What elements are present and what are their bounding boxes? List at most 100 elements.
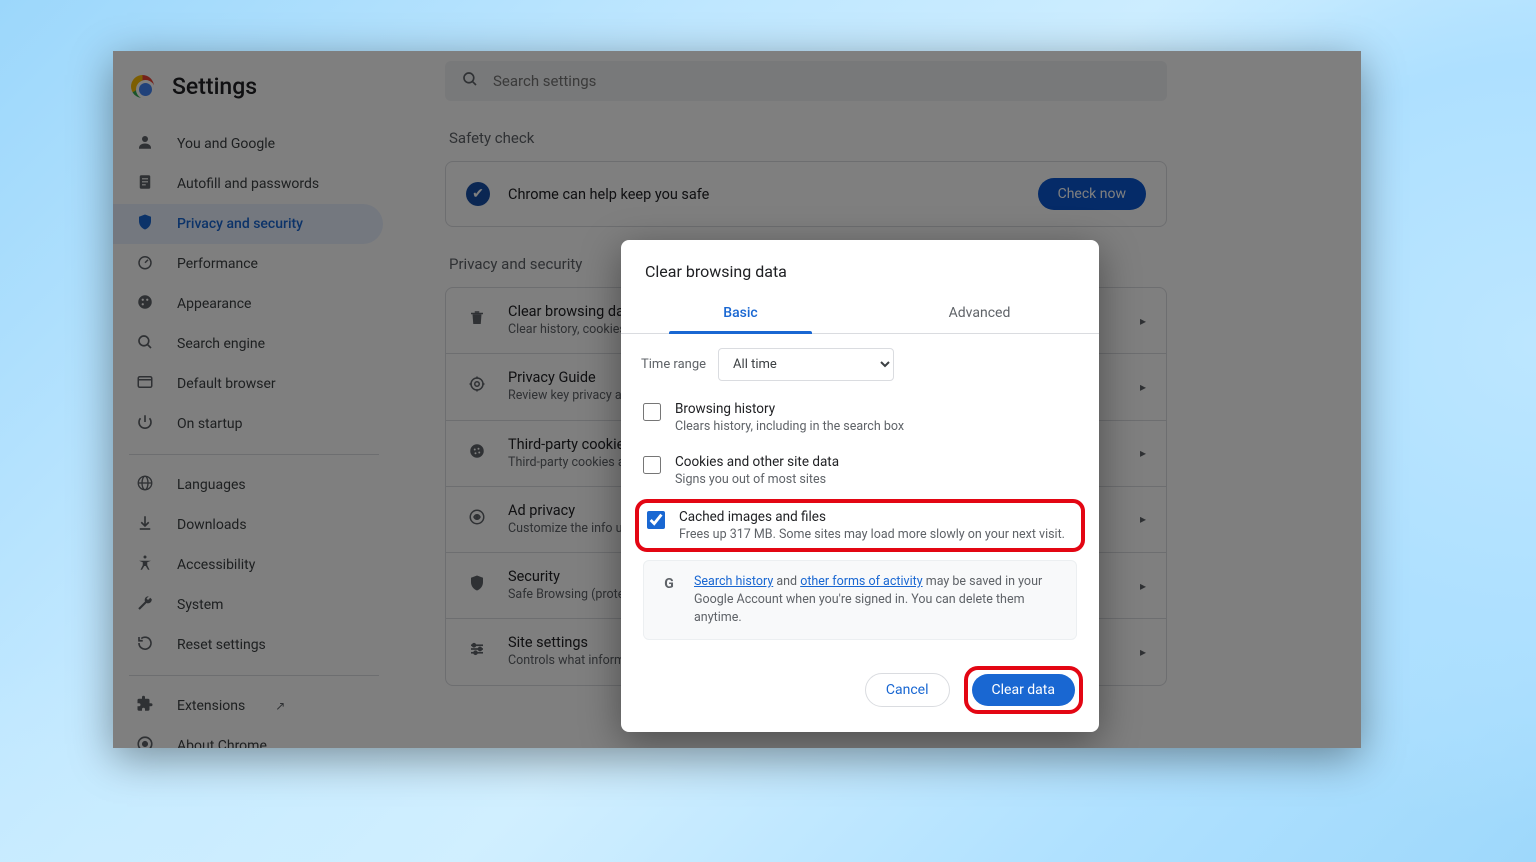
sidebar-item-on-startup[interactable]: On startup [113,404,383,444]
browser-icon [135,373,155,395]
sidebar-item-label: You and Google [177,136,275,152]
search-icon [135,333,155,355]
search-history-link[interactable]: Search history [694,574,773,589]
option-sub: Signs you out of most sites [675,472,839,487]
sidebar-item-search-engine[interactable]: Search engine [113,324,383,364]
sidebar-item-accessibility[interactable]: Accessibility [113,545,383,585]
chevron-right-icon: ▸ [1140,446,1146,460]
reset-icon [135,634,155,656]
sidebar-item-about-chrome[interactable]: About Chrome [113,726,383,748]
cookie-icon [466,442,488,465]
external-link-icon: ↗ [275,699,285,713]
autofill-icon [135,173,155,195]
sidebar-item-languages[interactable]: Languages [113,465,383,505]
shield-icon [135,213,155,235]
download-icon [135,514,155,536]
sidebar-item-label: About Chrome [177,738,267,748]
globe-icon [135,474,155,496]
sidebar-item-label: Reset settings [177,637,266,653]
google-account-info: G Search history and other forms of acti… [643,560,1077,640]
chrome-icon [131,75,154,98]
power-icon [135,413,155,435]
sidebar-item-label: Autofill and passwords [177,176,319,192]
ads-icon [466,508,488,531]
tab-basic[interactable]: Basic [621,293,860,333]
clear-browsing-data-dialog: Clear browsing data Basic Advanced Time … [621,240,1099,732]
chevron-right-icon: ▸ [1140,579,1146,593]
sidebar-item-label: Downloads [177,517,247,533]
chevron-right-icon: ▸ [1140,314,1146,328]
person-icon [135,133,155,155]
dialog-tabs: Basic Advanced [621,293,1099,334]
other-activity-link[interactable]: other forms of activity [800,574,922,589]
search-input[interactable] [493,72,1151,90]
option-title: Cached images and files [679,509,1065,525]
option-title: Browsing history [675,401,904,417]
option-title: Cookies and other site data [675,454,839,470]
sidebar-item-performance[interactable]: Performance [113,244,383,284]
sidebar-item-you-and-google[interactable]: You and Google [113,124,383,164]
option-cached-images-and-files: Cached images and files Frees up 317 MB. … [635,499,1085,552]
chevron-right-icon: ▸ [1140,512,1146,526]
nav-separator [129,454,379,455]
sidebar-item-label: Privacy and security [177,216,303,232]
safety-row: ✔ Chrome can help keep you safe Check no… [446,162,1166,226]
trash-icon [466,309,488,332]
sidebar-item-label: Extensions [177,698,245,714]
sidebar-item-label: Default browser [177,376,276,392]
chevron-right-icon: ▸ [1140,380,1146,394]
option-checkbox[interactable] [647,511,665,529]
option-browsing-history: Browsing history Clears history, includin… [641,391,1079,444]
option-sub: Clears history, including in the search … [675,419,904,434]
sidebar-item-label: Languages [177,477,246,493]
sidebar-item-reset-settings[interactable]: Reset settings [113,625,383,665]
shield2-icon [466,574,488,597]
search-settings[interactable] [445,61,1167,101]
sidebar-item-privacy-and-security[interactable]: Privacy and security [113,204,383,244]
tune-icon [466,640,488,663]
safety-badge-icon: ✔ [466,182,490,206]
target-icon [466,375,488,398]
sidebar-item-autofill-and-passwords[interactable]: Autofill and passwords [113,164,383,204]
search-icon [461,70,479,92]
sidebar-item-downloads[interactable]: Downloads [113,505,383,545]
option-checkbox[interactable] [643,456,661,474]
sidebar-item-label: Appearance [177,296,251,312]
tab-advanced[interactable]: Advanced [860,293,1099,333]
chevron-right-icon: ▸ [1140,645,1146,659]
sidebar-item-appearance[interactable]: Appearance [113,284,383,324]
nav-separator [129,675,379,676]
brand: Settings [113,63,395,124]
clear-data-button[interactable]: Clear data [972,674,1075,706]
sidebar: Settings You and Google Autofill and pass… [113,51,395,748]
safety-card: ✔ Chrome can help keep you safe Check no… [445,161,1167,227]
check-now-button[interactable]: Check now [1038,178,1146,210]
sidebar-item-system[interactable]: System [113,585,383,625]
google-g-icon: G [658,573,680,595]
dialog-title: Clear browsing data [621,240,1099,281]
settings-title: Settings [172,73,257,100]
about-icon [135,735,155,748]
safety-text: Chrome can help keep you safe [508,186,709,203]
speed-icon [135,253,155,275]
sidebar-item-label: Performance [177,256,258,272]
option-cookies-and-other-site-data: Cookies and other site data Signs you out… [641,444,1079,497]
sidebar-item-extensions[interactable]: Extensions ↗ [113,686,383,726]
sidebar-item-label: On startup [177,416,243,432]
sidebar-item-label: System [177,597,223,613]
cancel-button[interactable]: Cancel [865,673,950,707]
time-range-label: Time range [641,357,706,372]
sidebar-item-default-browser[interactable]: Default browser [113,364,383,404]
access-icon [135,554,155,576]
clear-data-highlight: Clear data [964,666,1083,714]
wrench-icon [135,594,155,616]
paint-icon [135,293,155,315]
safety-heading: Safety check [449,129,1167,147]
sidebar-item-label: Search engine [177,336,265,352]
ext-icon [135,695,155,717]
option-checkbox[interactable] [643,403,661,421]
option-sub: Frees up 317 MB. Some sites may load mor… [679,527,1065,542]
sidebar-item-label: Accessibility [177,557,255,573]
time-range-select[interactable]: All time [718,348,894,381]
settings-window: Settings You and Google Autofill and pass… [113,51,1361,748]
